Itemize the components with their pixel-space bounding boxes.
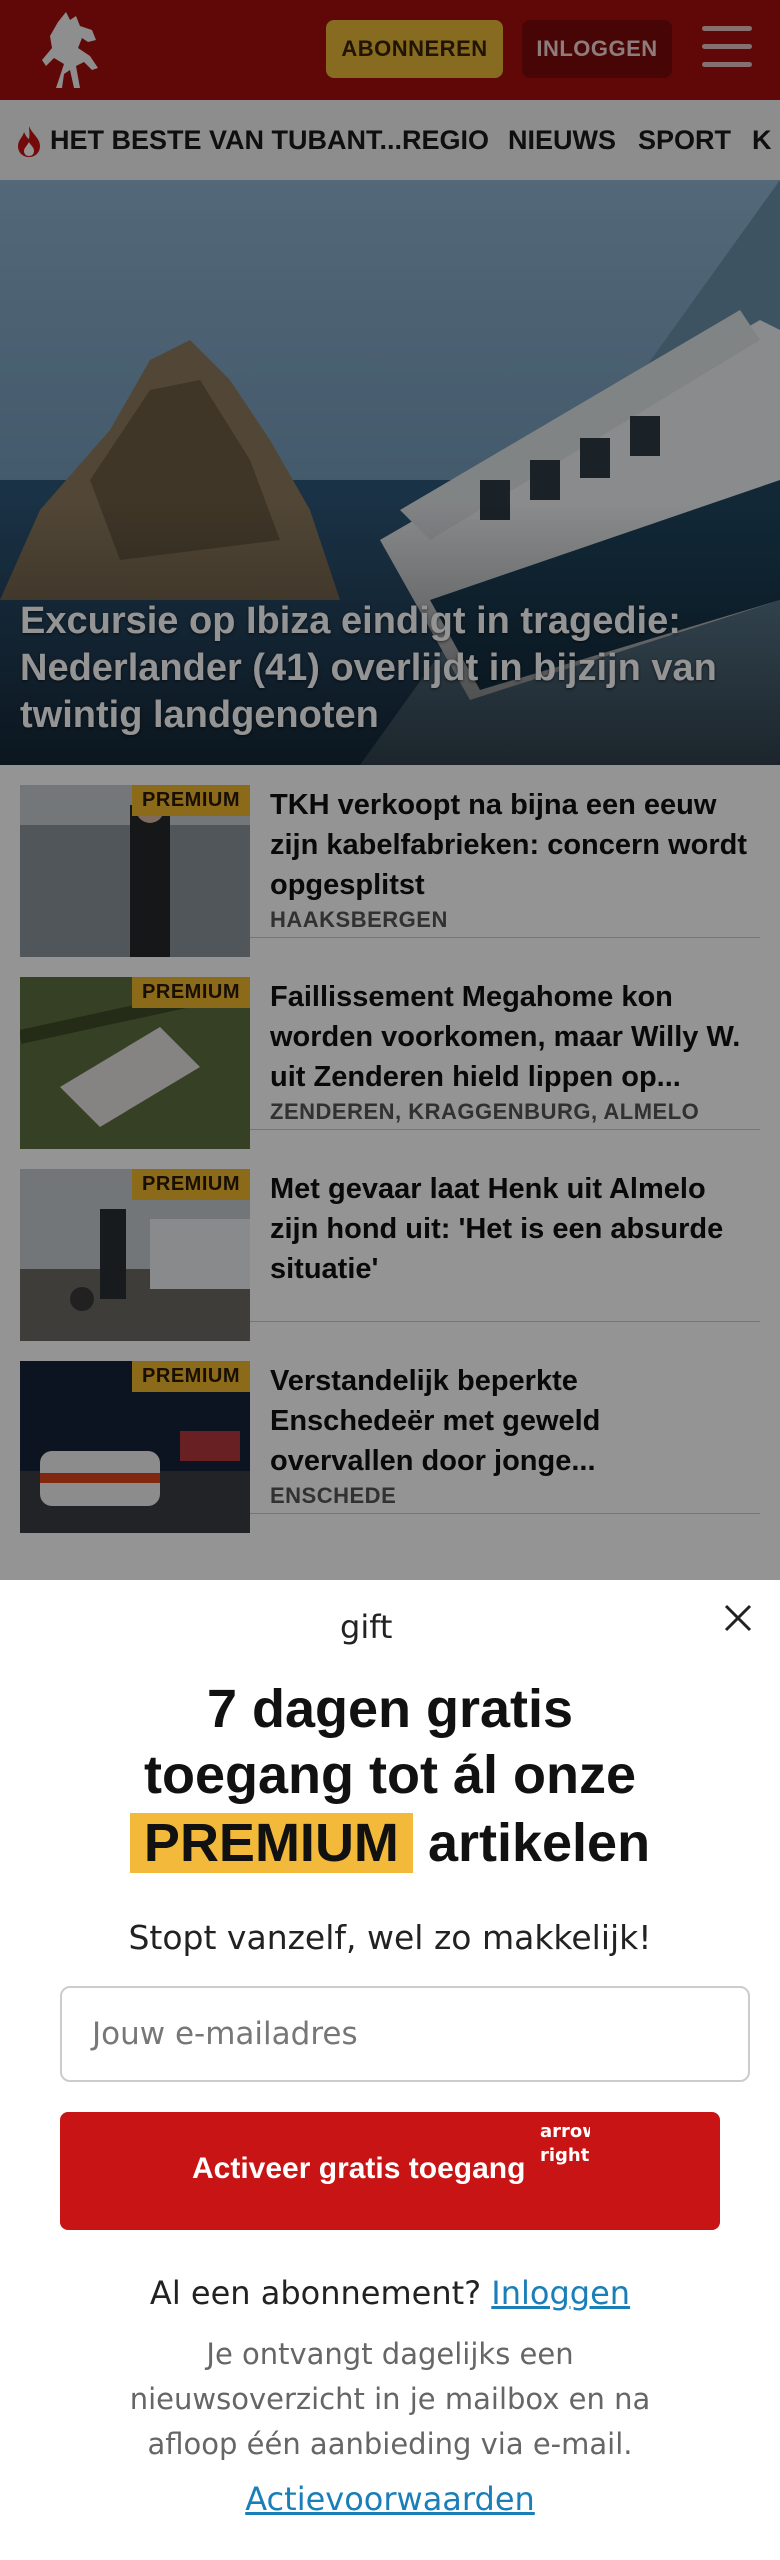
modal-title-line3: PREMIUM artikelen (0, 1810, 780, 1876)
modal-subtitle: Stopt vanzelf, wel zo makkelijk! (128, 1918, 652, 1957)
close-icon[interactable] (722, 1602, 754, 1634)
gift-image-alt: gift (340, 1608, 393, 1646)
login-link[interactable]: Inloggen (491, 2274, 630, 2312)
arrow-right-icon: arrow right (540, 2121, 590, 2166)
modal-title-line2: toegang tot ál onze (144, 1745, 636, 1805)
modal-backdrop[interactable] (0, 0, 780, 1580)
premium-trial-modal: gift 7 dagen gratis toegang tot ál onze … (0, 1580, 780, 2560)
modal-title-line1: 7 dagen gratis (206, 1679, 574, 1739)
gift-icon: gift (340, 1608, 440, 1648)
email-field[interactable]: Jouw e-mailadres (60, 1986, 750, 2082)
activate-button-label: Activeer gratis toegang (192, 2152, 526, 2185)
premium-highlight: PREMIUM (129, 1813, 413, 1873)
modal-title: 7 dagen gratis toegang tot ál onze (40, 1676, 740, 1808)
login-prompt-text: Al een abonnement? (149, 2274, 482, 2312)
modal-title-line3-rest: artikelen (427, 1813, 651, 1873)
activate-button[interactable]: Activeer gratis toegang arrow right (60, 2112, 720, 2230)
login-prompt: Al een abonnement? Inloggen (0, 2274, 780, 2312)
terms-link[interactable]: Actievoorwaarden (0, 2480, 780, 2518)
modal-info-text: Je ontvangt dagelijks een nieuwsoverzich… (129, 2337, 651, 2461)
